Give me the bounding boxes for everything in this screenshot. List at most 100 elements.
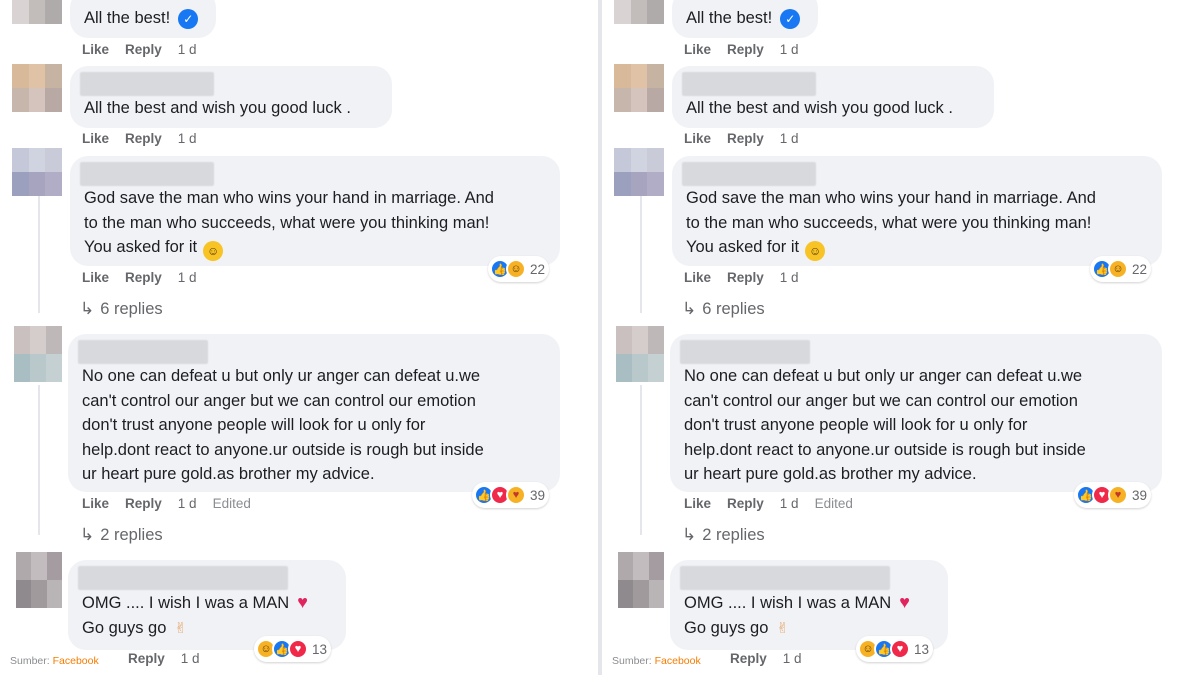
timestamp[interactable]: 1 d <box>780 496 799 511</box>
avatar[interactable] <box>16 552 62 608</box>
thread-line <box>38 195 40 313</box>
reaction-summary[interactable]: 👍 ♥ ♥ 39 <box>1074 482 1152 508</box>
comment-actions: Reply 1 d <box>730 651 818 666</box>
avatar[interactable] <box>12 64 62 112</box>
red-heart-icon: ♥ <box>297 592 308 612</box>
edited-label: Edited <box>212 496 251 511</box>
reply-arrow-icon: ↳ <box>682 299 697 318</box>
reply-arrow-icon: ↳ <box>80 525 95 544</box>
reply-button[interactable]: Reply <box>125 131 162 146</box>
comment-text: OMG .... I wish I was a MAN ♥ Go guys go ✌ <box>82 590 308 641</box>
care-reaction-icon: ♥ <box>506 485 526 505</box>
timestamp[interactable]: 1 d <box>178 496 197 511</box>
author-name[interactable] <box>682 162 816 186</box>
reaction-count: 13 <box>312 641 328 657</box>
reaction-count: 13 <box>914 641 930 657</box>
reply-button[interactable]: Reply <box>730 651 767 666</box>
reply-button[interactable]: Reply <box>125 270 162 285</box>
reaction-summary[interactable]: 👍 ☺ 22 <box>488 256 550 282</box>
reaction-summary[interactable]: ☺ 👍 ♥ 13 <box>856 636 934 662</box>
love-reaction-icon: ♥ <box>288 639 308 659</box>
comment-bubble: God save the man who wins your hand in m… <box>672 156 1162 266</box>
author-name[interactable] <box>682 72 816 96</box>
reply-button[interactable]: Reply <box>125 42 162 57</box>
avatar[interactable] <box>12 148 62 196</box>
author-name[interactable] <box>680 566 890 590</box>
avatar[interactable] <box>616 326 664 382</box>
comment-bubble: All the best and wish you good luck . <box>70 66 392 128</box>
like-button[interactable]: Like <box>684 496 711 511</box>
view-replies-link[interactable]: ↳ 6 replies <box>682 299 765 319</box>
reply-button[interactable]: Reply <box>125 496 162 511</box>
comment-bubble: No one can defeat u but only ur anger ca… <box>68 334 560 492</box>
author-name[interactable] <box>80 162 214 186</box>
reaction-summary[interactable]: 👍 ♥ ♥ 39 <box>472 482 550 508</box>
author-name[interactable] <box>80 72 214 96</box>
comment-panel-left: All the best! ✓ Like Reply 1 d All the best… <box>0 0 598 675</box>
view-replies-link[interactable]: ↳ 2 replies <box>682 525 765 545</box>
comment-bubble: God save the man who wins your hand in m… <box>70 156 560 266</box>
red-heart-icon: ♥ <box>899 592 910 612</box>
comment-bubble: All the best and wish you good luck . <box>672 66 994 128</box>
timestamp[interactable]: 1 d <box>178 270 197 285</box>
author-name[interactable] <box>680 340 810 364</box>
crossed-fingers-icon: ✌ <box>174 619 187 637</box>
source-caption: Sumber: Facebook <box>612 655 701 667</box>
avatar[interactable] <box>14 326 62 382</box>
reply-button[interactable]: Reply <box>727 42 764 57</box>
source-caption: Sumber: Facebook <box>10 655 99 667</box>
like-button[interactable]: Like <box>82 496 109 511</box>
comment-actions: Like Reply 1 d <box>82 42 213 57</box>
reply-button[interactable]: Reply <box>727 270 764 285</box>
haha-reaction-icon: ☺ <box>506 259 526 279</box>
like-button[interactable]: Like <box>82 270 109 285</box>
view-replies-link[interactable]: ↳ 6 replies <box>80 299 163 319</box>
comment-text: All the best and wish you good luck . <box>686 99 953 117</box>
comment-text: God save the man who wins your hand in m… <box>686 186 1096 261</box>
comment-text: No one can defeat u but only ur anger ca… <box>684 367 1086 483</box>
comment-text: God save the man who wins your hand in m… <box>84 186 494 261</box>
edited-label: Edited <box>814 496 853 511</box>
like-button[interactable]: Like <box>82 131 109 146</box>
reply-button[interactable]: Reply <box>128 651 165 666</box>
author-name[interactable] <box>78 340 208 364</box>
timestamp[interactable]: 1 d <box>178 131 197 146</box>
comment-bubble: All the best! ✓ <box>70 0 216 38</box>
love-reaction-icon: ♥ <box>890 639 910 659</box>
timestamp[interactable]: 1 d <box>780 42 799 57</box>
comment-actions: Reply 1 d <box>128 651 216 666</box>
avatar[interactable] <box>614 64 664 112</box>
reaction-summary[interactable]: ☺ 👍 ♥ 13 <box>254 636 332 662</box>
reply-button[interactable]: Reply <box>727 496 764 511</box>
avatar[interactable] <box>618 552 664 608</box>
like-button[interactable]: Like <box>82 42 109 57</box>
check-badge-icon: ✓ <box>178 8 199 29</box>
like-button[interactable]: Like <box>684 42 711 57</box>
timestamp[interactable]: 1 d <box>783 651 802 666</box>
thread-line <box>38 385 40 535</box>
comment-actions: Like Reply 1 d <box>82 270 213 285</box>
comment-actions: Like Reply 1 d Edited <box>684 496 869 511</box>
timestamp[interactable]: 1 d <box>181 651 200 666</box>
grinning-emoji-icon: ☺ <box>805 241 826 261</box>
grinning-emoji-icon: ☺ <box>203 241 224 261</box>
reaction-summary[interactable]: 👍 ☺ 22 <box>1090 256 1152 282</box>
reply-arrow-icon: ↳ <box>80 299 95 318</box>
timestamp[interactable]: 1 d <box>780 131 799 146</box>
avatar[interactable] <box>614 148 664 196</box>
timestamp[interactable]: 1 d <box>178 42 197 57</box>
like-button[interactable]: Like <box>684 270 711 285</box>
reply-button[interactable]: Reply <box>727 131 764 146</box>
haha-reaction-icon: ☺ <box>1108 259 1128 279</box>
check-badge-icon: ✓ <box>780 8 801 29</box>
avatar[interactable] <box>614 0 664 24</box>
comment-bubble: All the best! ✓ <box>672 0 818 38</box>
avatar[interactable] <box>12 0 62 24</box>
view-replies-link[interactable]: ↳ 2 replies <box>80 525 163 545</box>
author-name[interactable] <box>78 566 288 590</box>
reaction-count: 22 <box>1132 261 1148 277</box>
comment-actions: Like Reply 1 d <box>684 270 815 285</box>
reply-arrow-icon: ↳ <box>682 525 697 544</box>
like-button[interactable]: Like <box>684 131 711 146</box>
timestamp[interactable]: 1 d <box>780 270 799 285</box>
